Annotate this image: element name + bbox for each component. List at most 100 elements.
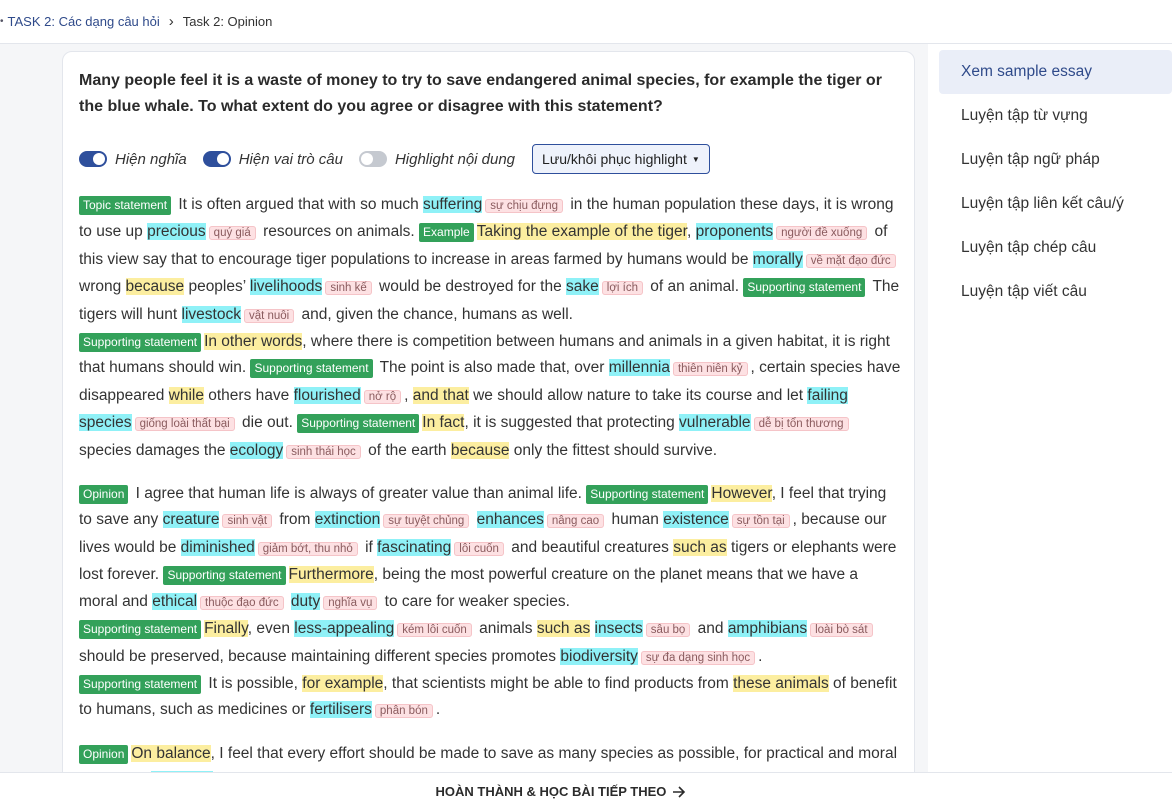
sidebar-item-cohesion[interactable]: Luyện tập liên kết câu/ý (939, 182, 1172, 226)
role-tag[interactable]: Supporting statement (79, 333, 202, 353)
vocab-word[interactable]: biodiversity (560, 647, 638, 665)
show-role-toggle[interactable] (202, 151, 231, 167)
vocab-word[interactable]: ecology (229, 441, 284, 459)
role-tag[interactable]: Supporting statement (586, 485, 709, 505)
role-tag[interactable]: Supporting statement (79, 620, 202, 640)
translation-chip: sinh kế (325, 281, 372, 296)
essay-text: It is often argued that with so much (174, 196, 424, 213)
vocab-word[interactable]: vulnerable (679, 414, 751, 432)
vocab-word[interactable]: less-appealing (294, 620, 395, 638)
highlight-phrase: while (168, 386, 204, 404)
show-meaning-label: Hiện nghĩa (115, 150, 187, 168)
toggle-knob (360, 153, 373, 165)
essay-text: human (607, 511, 664, 529)
sidebar-item-sample-essay[interactable]: Xem sample essay (939, 50, 1172, 94)
vocab-word[interactable]: extinction (314, 511, 381, 529)
vocab-word[interactable]: ethical (152, 592, 198, 610)
vocab-word[interactable]: precious (147, 223, 206, 241)
sidebar-item-write-sentences[interactable]: Luyện tập viết câu (939, 270, 1172, 314)
toggle-knob (93, 153, 105, 165)
highlight-phrase: such as (673, 538, 727, 556)
essay-text: . (758, 647, 763, 665)
essay-text: of an animal. (645, 278, 744, 296)
essay-text: if (360, 538, 378, 556)
essay-text: others have (203, 386, 294, 404)
vocab-word[interactable]: morally (752, 250, 803, 268)
highlight-content-toggle[interactable] (358, 151, 387, 167)
essay-text: The point is also made that, over (375, 359, 609, 377)
toggle-knob (216, 153, 229, 165)
essay-text: , (404, 386, 413, 404)
essay-text: wrong (79, 278, 126, 296)
chevron-right-icon: › (168, 13, 174, 30)
vocab-word[interactable]: diminished (180, 538, 255, 556)
vocab-word[interactable]: livestock (181, 305, 241, 323)
vocab-word[interactable]: proponents (695, 223, 774, 241)
complete-next-lesson-button[interactable]: HOÀN THÀNH & HỌC BÀI TIẾP THEO (436, 784, 687, 799)
role-tag[interactable]: Supporting statement (743, 278, 866, 298)
translation-chip: thiên niên kỷ (672, 362, 748, 377)
sidebar-item-grammar[interactable]: Luyện tập ngữ pháp (939, 138, 1172, 182)
vocab-word[interactable]: insects (594, 620, 643, 638)
essay-text: peoples’ (184, 278, 250, 296)
vocab-word[interactable]: sake (566, 278, 599, 296)
vocab-word[interactable]: amphibians (727, 620, 808, 638)
essay-text: , it is suggested that protecting (464, 414, 680, 432)
vocab-word[interactable]: suffering (423, 196, 483, 213)
translation-chip: sinh vật (222, 514, 273, 529)
essay-text: , (686, 223, 696, 241)
translation-chip: thuộc đạo đức (200, 595, 284, 610)
essay-text: , even (247, 620, 295, 638)
essay-text: we should allow nature to take its cours… (468, 386, 808, 404)
translation-chip: về mặt đạo đức (805, 253, 896, 268)
essay-text: . (435, 701, 441, 719)
save-restore-highlight-button[interactable]: Lưu/khôi phục highlight ▼ (532, 144, 710, 174)
question-prompt: Many people feel it is a waste of money … (79, 72, 882, 115)
sidebar-item-copy-sentences[interactable]: Luyện tập chép câu (939, 226, 1172, 270)
breadcrumb-parent-link[interactable]: TASK 2: Các dạng câu hỏi (8, 14, 160, 29)
vocab-word[interactable]: fertilisers (309, 701, 372, 719)
essay-text: and, given the chance, humans as well. (297, 305, 573, 323)
role-tag[interactable]: Opinion (79, 485, 129, 505)
translation-chip: loài bò sát (810, 623, 873, 638)
role-tag[interactable]: Opinion (79, 744, 129, 764)
role-tag[interactable]: Example (419, 223, 474, 243)
highlight-phrase: Finally (204, 620, 248, 638)
vocab-word[interactable]: creature (162, 511, 220, 529)
vocab-word[interactable]: duty (290, 592, 321, 610)
translation-chip: sự tuyệt chủng (383, 514, 470, 529)
essay-text (590, 620, 594, 637)
essay-card: Many people feel it is a waste of money … (62, 51, 915, 791)
essay-paragraph: Opinion I agree that human life is alway… (79, 481, 901, 725)
translation-chip: giảm bớt, thu nhỏ (257, 541, 358, 556)
highlight-phrase: Furthermore (288, 566, 374, 584)
essay-text: and (693, 620, 728, 638)
vocab-word[interactable]: existence (663, 511, 729, 529)
role-tag[interactable]: Supporting statement (163, 566, 286, 586)
role-tag[interactable]: Supporting statement (79, 674, 202, 694)
highlight-content-label: Highlight nội dung (394, 150, 516, 168)
translation-chip: nâng cao (546, 514, 605, 529)
essay-text: die out. (237, 414, 298, 432)
essay-body: Topic statement It is often argued that … (79, 192, 901, 790)
vocab-word[interactable]: fascinating (377, 538, 452, 556)
highlight-phrase: Taking the example of the tiger (476, 223, 687, 241)
show-role-label: Hiện vai trò câu (238, 150, 343, 168)
translation-chip: giống loài thất bại (134, 417, 235, 432)
vocab-word[interactable]: millennia (608, 359, 670, 377)
vocab-word[interactable]: livelihoods (249, 278, 323, 296)
role-tag[interactable]: Supporting statement (250, 359, 373, 379)
essay-text: It is possible, (204, 674, 303, 692)
vocab-word[interactable]: flourished (293, 386, 361, 404)
translation-chip: lợi ích (601, 281, 643, 296)
show-meaning-toggle[interactable] (79, 151, 107, 167)
highlight-phrase: and that (412, 386, 469, 404)
highlight-phrase: However (711, 485, 772, 503)
sidebar-item-vocabulary[interactable]: Luyện tập từ vựng (939, 94, 1172, 138)
role-tag[interactable]: Supporting statement (297, 414, 420, 434)
bullet-icon: • (0, 16, 4, 27)
essay-text: animals (474, 620, 537, 638)
role-tag[interactable]: Topic statement (79, 196, 172, 215)
vocab-word[interactable]: enhances (476, 511, 544, 529)
translation-chip: quý giá (208, 226, 256, 241)
